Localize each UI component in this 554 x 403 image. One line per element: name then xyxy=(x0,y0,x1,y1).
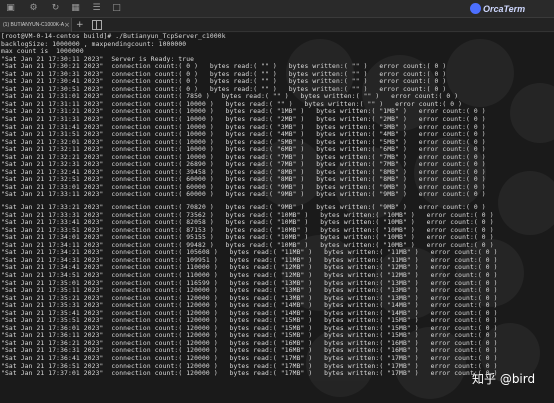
terminal-line: max count is 1000000 xyxy=(1,48,84,56)
terminal-line: "Sat Jan 21 17:34:41 2023" connection co… xyxy=(1,264,498,272)
terminal-line: "Sat Jan 21 17:31:21 2023" connection co… xyxy=(1,108,486,116)
brand-name: OrcaTerm xyxy=(483,4,526,14)
terminal-line: "Sat Jan 21 17:31:31 2023" connection co… xyxy=(1,116,486,124)
terminal-line: "Sat Jan 21 17:32:01 2023" connection co… xyxy=(1,138,486,146)
terminal-line: "Sat Jan 21 17:34:11 2023" connection co… xyxy=(1,241,494,249)
terminal-line: "Sat Jan 21 17:33:01 2023" connection co… xyxy=(1,183,486,191)
terminal-line: "Sat Jan 21 17:32:11 2023" connection co… xyxy=(1,146,486,154)
terminal-line: "Sat Jan 21 17:31:51 2023" connection co… xyxy=(1,131,486,139)
terminal-line: "Sat Jan 21 17:35:11 2023" connection co… xyxy=(1,287,498,295)
lock-icon[interactable]: ▣ xyxy=(5,3,16,14)
terminal-line: "Sat Jan 21 17:32:51 2023" connection co… xyxy=(1,176,486,184)
terminal-line: "Sat Jan 21 17:33:51 2023" connection co… xyxy=(1,226,494,234)
orcaterm-logo-icon xyxy=(470,3,481,14)
terminal-line: "Sat Jan 21 17:30:11 2023" Server is Rea… xyxy=(1,55,195,63)
refresh-icon[interactable]: ↻ xyxy=(50,3,61,14)
split-panel-icon[interactable] xyxy=(92,20,102,30)
terminal-line: "Sat Jan 21 17:35:31 2023" connection co… xyxy=(1,302,498,310)
terminal-line: "Sat Jan 21 17:30:21 2023" connection co… xyxy=(1,63,447,71)
terminal-lines: [root@VM-0-14-centos build]# ./Butianyun… xyxy=(1,33,498,378)
terminal-line: "Sat Jan 21 17:31:41 2023" connection co… xyxy=(1,123,486,131)
terminal-line: "Sat Jan 21 17:30:51 2023" connection co… xyxy=(1,85,447,93)
tab-session[interactable]: (1) BUTIANYUN-C1000K-A xyxy=(0,18,72,32)
terminal-line: "Sat Jan 21 17:35:01 2023" connection co… xyxy=(1,279,498,287)
terminal-line: "Sat Jan 21 17:32:31 2023" connection co… xyxy=(1,161,486,169)
terminal-line: "Sat Jan 21 17:31:01 2023" connection co… xyxy=(1,93,459,101)
terminal-line: "Sat Jan 21 17:32:21 2023" connection co… xyxy=(1,153,486,161)
terminal-line: "Sat Jan 21 17:33:41 2023" connection co… xyxy=(1,219,494,227)
terminal-line: "Sat Jan 21 17:33:11 2023" connection co… xyxy=(1,191,486,199)
gear-icon[interactable]: ⚙ xyxy=(28,3,39,14)
terminal-line: "Sat Jan 21 17:36:21 2023" connection co… xyxy=(1,339,498,347)
zhihu-watermark: 知乎 @bird xyxy=(472,372,536,386)
terminal-line: "Sat Jan 21 17:35:41 2023" connection co… xyxy=(1,309,498,317)
terminal-line: "Sat Jan 21 17:34:51 2023" connection co… xyxy=(1,271,498,279)
terminal-line: backlogSize: 1000000 , maxpendingcount: … xyxy=(1,40,187,48)
terminal-line: "Sat Jan 21 17:33:21 2023" connection co… xyxy=(1,204,486,212)
terminal-line: "Sat Jan 21 17:34:31 2023" connection co… xyxy=(1,256,498,264)
terminal-line: "Sat Jan 21 17:31:11 2023" connection co… xyxy=(1,100,463,108)
new-tab-icon[interactable]: + xyxy=(76,20,86,30)
terminal-line: "Sat Jan 21 17:36:41 2023" connection co… xyxy=(1,354,498,362)
terminal-line: "Sat Jan 21 17:30:31 2023" connection co… xyxy=(1,70,447,78)
window-icon[interactable]: □ xyxy=(111,3,122,14)
terminal-line: "Sat Jan 21 17:36:11 2023" connection co… xyxy=(1,332,498,340)
terminal-line: "Sat Jan 21 17:36:51 2023" connection co… xyxy=(1,362,498,370)
tab-title: (1) BUTIANYUN-C1000K-A xyxy=(3,22,65,28)
terminal-line: "Sat Jan 21 17:36:01 2023" connection co… xyxy=(1,324,498,332)
tab-bar: (1) BUTIANYUN-C1000K-A × + xyxy=(0,18,554,32)
tab-close-icon[interactable]: × xyxy=(64,18,72,32)
terminal-line: "Sat Jan 21 17:35:21 2023" connection co… xyxy=(1,294,498,302)
terminal-line: "Sat Jan 21 17:32:41 2023" connection co… xyxy=(1,168,486,176)
terminal-line: "Sat Jan 21 17:33:31 2023" connection co… xyxy=(1,211,494,219)
terminal-line: "Sat Jan 21 17:35:51 2023" connection co… xyxy=(1,317,498,325)
top-toolbar: ▣ ⚙ ↻ ▦ ☰ □ OrcaTerm xyxy=(0,0,554,18)
terminal-line: "Sat Jan 21 17:37:01 2023" connection co… xyxy=(1,370,498,378)
list-icon[interactable]: ☰ xyxy=(91,3,102,14)
terminal-line: "Sat Jan 21 17:34:21 2023" connection co… xyxy=(1,249,498,257)
terminal-line: "Sat Jan 21 17:34:01 2023" connection co… xyxy=(1,234,494,242)
grid-icon[interactable]: ▦ xyxy=(70,3,81,14)
terminal-output[interactable]: [root@VM-0-14-centos build]# ./Butianyun… xyxy=(0,33,554,403)
terminal-line: [root@VM-0-14-centos build]# ./Butianyun… xyxy=(1,33,226,40)
terminal-line: "Sat Jan 21 17:36:31 2023" connection co… xyxy=(1,347,498,355)
terminal-line: "Sat Jan 21 17:30:41 2023" connection co… xyxy=(1,78,447,86)
